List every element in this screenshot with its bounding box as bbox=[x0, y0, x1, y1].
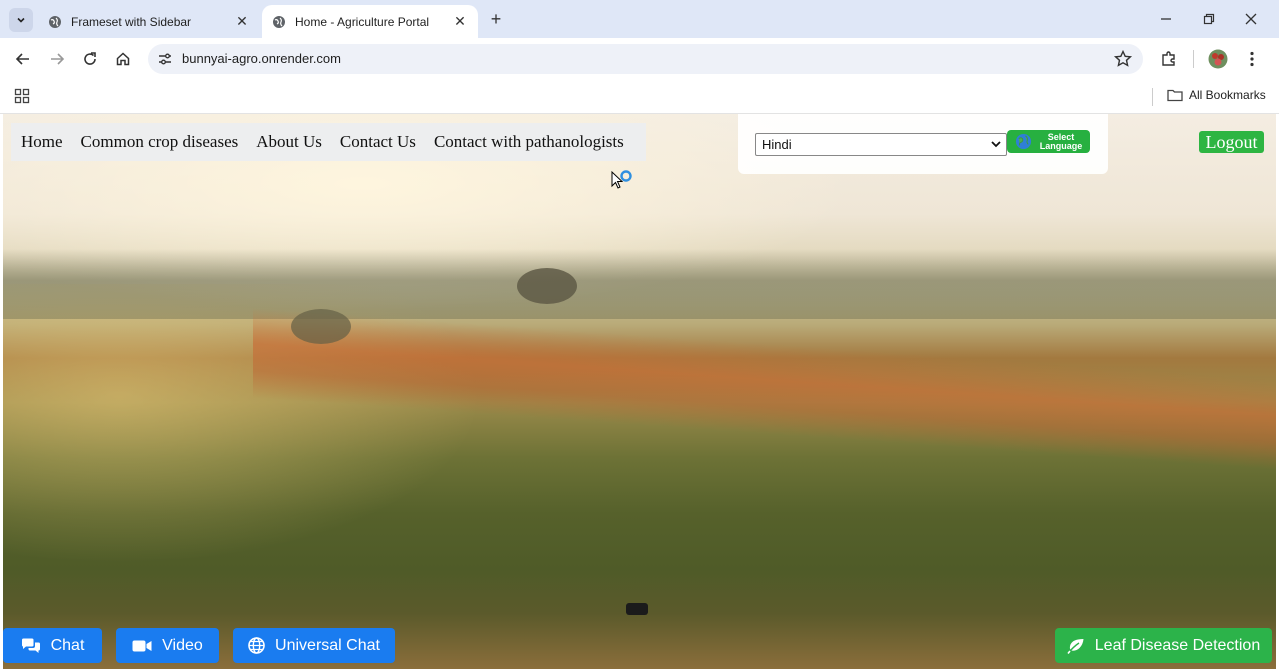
logout-button[interactable]: Logout bbox=[1199, 131, 1264, 153]
restore-icon bbox=[1203, 13, 1215, 25]
toolbar-divider bbox=[1193, 50, 1194, 68]
more-vert-icon bbox=[1250, 51, 1254, 67]
globe-icon bbox=[248, 637, 265, 654]
chat-icon bbox=[21, 638, 40, 653]
browser-menu-button[interactable] bbox=[1240, 47, 1264, 71]
nav-about-us[interactable]: About Us bbox=[256, 132, 322, 152]
language-select[interactable]: Hindi bbox=[755, 133, 1007, 156]
bookmarks-bar: All Bookmarks bbox=[0, 80, 1279, 114]
leaf-disease-detection-label: Leaf Disease Detection bbox=[1094, 636, 1261, 654]
avatar-icon bbox=[1208, 49, 1228, 69]
background-tree bbox=[291, 309, 351, 344]
nav-home[interactable]: Home bbox=[21, 132, 63, 152]
leaf-icon bbox=[1067, 638, 1084, 654]
globe-icon bbox=[49, 15, 61, 28]
restore-button[interactable] bbox=[1197, 8, 1221, 30]
folder-icon bbox=[1167, 89, 1183, 102]
leaf-disease-detection-button[interactable]: Leaf Disease Detection bbox=[1055, 628, 1272, 663]
video-button[interactable]: Video bbox=[116, 628, 219, 663]
puzzle-icon bbox=[1162, 51, 1175, 66]
universal-chat-label: Universal Chat bbox=[275, 636, 380, 654]
earth-icon bbox=[1015, 133, 1032, 150]
home-button[interactable] bbox=[111, 47, 135, 71]
site-settings-icon[interactable] bbox=[156, 50, 174, 68]
page-background: Home Common crop diseases About Us Conta… bbox=[3, 114, 1276, 669]
reload-icon bbox=[84, 52, 96, 65]
close-icon[interactable]: ✕ bbox=[452, 13, 468, 30]
nav-common-crop-diseases[interactable]: Common crop diseases bbox=[81, 132, 239, 152]
close-window-button[interactable] bbox=[1239, 8, 1263, 30]
arrow-left-icon bbox=[15, 53, 29, 65]
forward-button[interactable] bbox=[45, 47, 69, 71]
globe-icon bbox=[273, 15, 285, 28]
close-icon[interactable]: ✕ bbox=[234, 13, 250, 30]
chevron-down-icon bbox=[991, 141, 1001, 148]
browser-toolbar: bunnyai-agro.onrender.com bbox=[0, 38, 1279, 80]
tab-title: Home - Agriculture Portal bbox=[295, 14, 430, 29]
profile-avatar[interactable] bbox=[1206, 47, 1230, 71]
tab-agriculture-portal[interactable]: Home - Agriculture Portal ✕ bbox=[262, 5, 478, 38]
select-language-button[interactable]: Select Language bbox=[1007, 130, 1090, 153]
select-language-line2: Language bbox=[1039, 140, 1083, 151]
close-icon bbox=[1245, 13, 1257, 25]
video-camera-icon bbox=[132, 640, 152, 651]
arrow-right-icon bbox=[51, 53, 65, 65]
bookmark-star-icon[interactable] bbox=[1113, 49, 1133, 69]
address-bar[interactable]: bunnyai-agro.onrender.com bbox=[148, 44, 1143, 74]
main-nav: Home Common crop diseases About Us Conta… bbox=[11, 123, 646, 161]
nav-contact-pathologists[interactable]: Contact with pathanologists bbox=[434, 132, 624, 152]
loading-cursor-icon bbox=[611, 170, 632, 189]
universal-chat-button[interactable]: Universal Chat bbox=[233, 628, 395, 663]
background-treeline bbox=[3, 249, 1276, 319]
nav-contact-us[interactable]: Contact Us bbox=[340, 132, 416, 152]
tab-strip: Frameset with Sidebar ✕ Home - Agricultu… bbox=[0, 0, 1279, 38]
minimize-icon bbox=[1161, 18, 1171, 20]
minimize-button[interactable] bbox=[1154, 8, 1178, 30]
new-tab-button[interactable]: + bbox=[486, 10, 506, 30]
bookmarks-divider bbox=[1152, 88, 1153, 106]
chat-button[interactable]: Chat bbox=[3, 628, 102, 663]
tab-search-button[interactable] bbox=[9, 8, 33, 32]
background-tree bbox=[517, 268, 577, 304]
chat-label: Chat bbox=[50, 636, 85, 654]
all-bookmarks-label: All Bookmarks bbox=[1189, 88, 1266, 102]
select-language-label: Select Language bbox=[1032, 132, 1090, 151]
back-button[interactable] bbox=[11, 47, 35, 71]
video-control-dot bbox=[626, 603, 648, 615]
chevron-down-icon bbox=[17, 17, 25, 23]
home-icon bbox=[116, 52, 130, 66]
language-panel: Hindi Select Language bbox=[738, 114, 1108, 174]
all-bookmarks-button[interactable]: All Bookmarks bbox=[1167, 88, 1266, 102]
url-text: bunnyai-agro.onrender.com bbox=[182, 51, 341, 66]
reload-button[interactable] bbox=[78, 47, 102, 71]
tab-frameset[interactable]: Frameset with Sidebar ✕ bbox=[38, 5, 260, 38]
extensions-button[interactable] bbox=[1157, 47, 1181, 71]
language-select-value: Hindi bbox=[762, 137, 792, 152]
tab-title: Frameset with Sidebar bbox=[71, 14, 192, 29]
video-label: Video bbox=[162, 636, 203, 654]
apps-grid-icon[interactable] bbox=[14, 88, 30, 104]
